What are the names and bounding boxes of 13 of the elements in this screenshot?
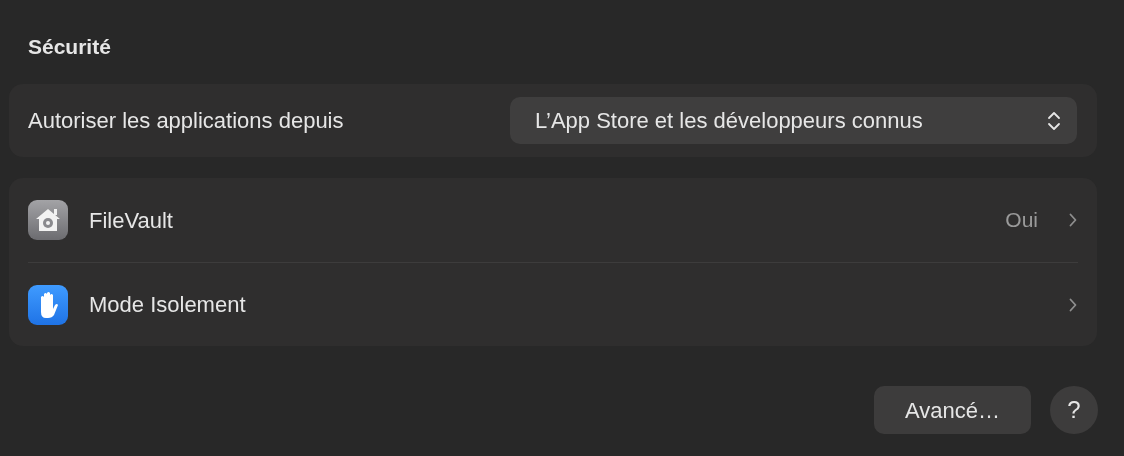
- chevron-right-icon: [1069, 297, 1077, 312]
- up-down-chevron-icon: [1047, 110, 1061, 131]
- hand-icon: [28, 284, 68, 325]
- section-title: Sécurité: [28, 34, 111, 60]
- help-button[interactable]: ?: [1050, 386, 1098, 434]
- source-dropdown[interactable]: L’App Store et les développeurs connus: [510, 97, 1077, 144]
- settings-row[interactable]: Mode Isolement: [89, 288, 1048, 321]
- advanced-button[interactable]: Avancé…: [874, 386, 1031, 434]
- chevron-right-icon: [1069, 213, 1077, 227]
- house-safe-icon: [28, 200, 68, 240]
- settings-row[interactable]: FileVault: [89, 203, 985, 237]
- setting-label: Autoriser les applications depuis: [28, 107, 344, 135]
- row-value: Oui: [1005, 207, 1038, 234]
